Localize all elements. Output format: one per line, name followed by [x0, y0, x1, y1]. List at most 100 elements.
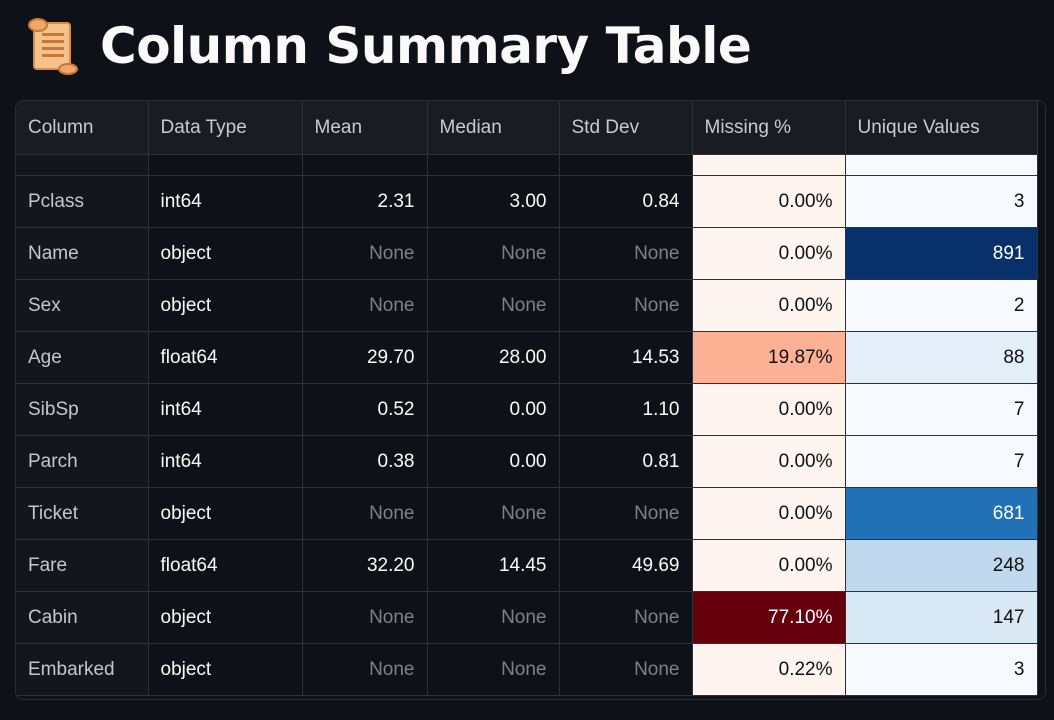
scroll-icon	[26, 17, 80, 75]
cell-missing-pct: 0.00%	[692, 279, 846, 332]
cell-mean: None	[302, 487, 428, 540]
cell-mean: None	[302, 227, 428, 280]
cell	[427, 154, 560, 176]
cell-column-name: Sex	[16, 279, 149, 332]
cell-unique-values: 2	[845, 279, 1038, 332]
cell-column-name: Pclass	[16, 175, 149, 228]
cell-column-name: Name	[16, 227, 149, 280]
cell-median: None	[427, 591, 560, 644]
cell	[692, 154, 846, 176]
cell-missing-pct: 0.00%	[692, 383, 846, 436]
cell-mean: None	[302, 591, 428, 644]
header-data-type[interactable]: Data Type	[148, 101, 303, 155]
cell-median: None	[427, 643, 560, 696]
cell	[148, 154, 303, 176]
cell-data-type: object	[148, 643, 303, 696]
table-header-row: Column Data Type Mean Median Std Dev Mis…	[16, 101, 1038, 155]
table-row[interactable]: Parch int64 0.38 0.00 0.81 0.00% 7	[16, 435, 1038, 488]
cell-missing-pct: 77.10%	[692, 591, 846, 644]
table-row[interactable]: Cabin object None None None 77.10% 147	[16, 591, 1038, 644]
cell-std-dev: None	[559, 591, 693, 644]
cell-data-type: int64	[148, 435, 303, 488]
cell-data-type: object	[148, 591, 303, 644]
cell-std-dev: 0.81	[559, 435, 693, 488]
partial-row	[16, 154, 1038, 176]
cell-mean: 2.31	[302, 175, 428, 228]
cell-median: 0.00	[427, 383, 560, 436]
cell-column-name: Parch	[16, 435, 149, 488]
header-mean[interactable]: Mean	[302, 101, 428, 155]
cell-missing-pct: 0.00%	[692, 487, 846, 540]
cell-std-dev: 14.53	[559, 331, 693, 384]
cell-column-name: Cabin	[16, 591, 149, 644]
cell-missing-pct: 0.22%	[692, 643, 846, 696]
cell-data-type: object	[148, 227, 303, 280]
header-unique-values[interactable]: Unique Values	[845, 101, 1038, 155]
header-median[interactable]: Median	[427, 101, 560, 155]
cell-mean: 0.52	[302, 383, 428, 436]
cell	[845, 154, 1038, 176]
cell-median: 3.00	[427, 175, 560, 228]
cell-missing-pct: 0.00%	[692, 539, 846, 592]
cell-column-name: SibSp	[16, 383, 149, 436]
cell-data-type: int64	[148, 383, 303, 436]
cell-unique-values: 147	[845, 591, 1038, 644]
cell-median: 0.00	[427, 435, 560, 488]
table-row[interactable]: Age float64 29.70 28.00 14.53 19.87% 88	[16, 331, 1038, 384]
cell-missing-pct: 19.87%	[692, 331, 846, 384]
summary-table[interactable]: Column Data Type Mean Median Std Dev Mis…	[15, 100, 1046, 700]
cell	[302, 154, 428, 176]
cell-mean: None	[302, 643, 428, 696]
cell-column-name: Embarked	[16, 643, 149, 696]
cell-unique-values: 3	[845, 175, 1038, 228]
cell-mean: 32.20	[302, 539, 428, 592]
cell-std-dev: None	[559, 227, 693, 280]
cell-median: 28.00	[427, 331, 560, 384]
header-std-dev[interactable]: Std Dev	[559, 101, 693, 155]
table-row[interactable]: Sex object None None None 0.00% 2	[16, 279, 1038, 332]
cell-unique-values: 3	[845, 643, 1038, 696]
cell-missing-pct: 0.00%	[692, 227, 846, 280]
table-row[interactable]: Name object None None None 0.00% 891	[16, 227, 1038, 280]
cell-std-dev: 49.69	[559, 539, 693, 592]
cell-missing-pct: 0.00%	[692, 175, 846, 228]
table-row[interactable]: SibSp int64 0.52 0.00 1.10 0.00% 7	[16, 383, 1038, 436]
cell-mean: 0.38	[302, 435, 428, 488]
cell-data-type: float64	[148, 539, 303, 592]
page-header: Column Summary Table	[26, 10, 752, 82]
cell-unique-values: 681	[845, 487, 1038, 540]
cell-median: None	[427, 487, 560, 540]
cell-median: None	[427, 279, 560, 332]
cell	[16, 154, 149, 176]
cell-data-type: int64	[148, 175, 303, 228]
cell-unique-values: 7	[845, 383, 1038, 436]
cell-unique-values: 7	[845, 435, 1038, 488]
header-column[interactable]: Column	[16, 101, 149, 155]
cell-std-dev: None	[559, 487, 693, 540]
table-row[interactable]: Fare float64 32.20 14.45 49.69 0.00% 248	[16, 539, 1038, 592]
cell-mean: 29.70	[302, 331, 428, 384]
cell-column-name: Ticket	[16, 487, 149, 540]
cell-std-dev: 0.84	[559, 175, 693, 228]
cell-median: 14.45	[427, 539, 560, 592]
cell-median: None	[427, 227, 560, 280]
header-missing-pct[interactable]: Missing %	[692, 101, 846, 155]
table-row[interactable]: Embarked object None None None 0.22% 3	[16, 643, 1038, 696]
page-title: Column Summary Table	[100, 17, 752, 75]
cell-unique-values: 891	[845, 227, 1038, 280]
cell-data-type: object	[148, 487, 303, 540]
cell-data-type: float64	[148, 331, 303, 384]
cell-std-dev: 1.10	[559, 383, 693, 436]
cell	[559, 154, 693, 176]
cell-mean: None	[302, 279, 428, 332]
table-row[interactable]: Pclass int64 2.31 3.00 0.84 0.00% 3	[16, 175, 1038, 228]
cell-column-name: Fare	[16, 539, 149, 592]
cell-data-type: object	[148, 279, 303, 332]
cell-unique-values: 248	[845, 539, 1038, 592]
cell-std-dev: None	[559, 279, 693, 332]
cell-missing-pct: 0.00%	[692, 435, 846, 488]
table-row[interactable]: Ticket object None None None 0.00% 681	[16, 487, 1038, 540]
cell-std-dev: None	[559, 643, 693, 696]
cell-unique-values: 88	[845, 331, 1038, 384]
cell-column-name: Age	[16, 331, 149, 384]
